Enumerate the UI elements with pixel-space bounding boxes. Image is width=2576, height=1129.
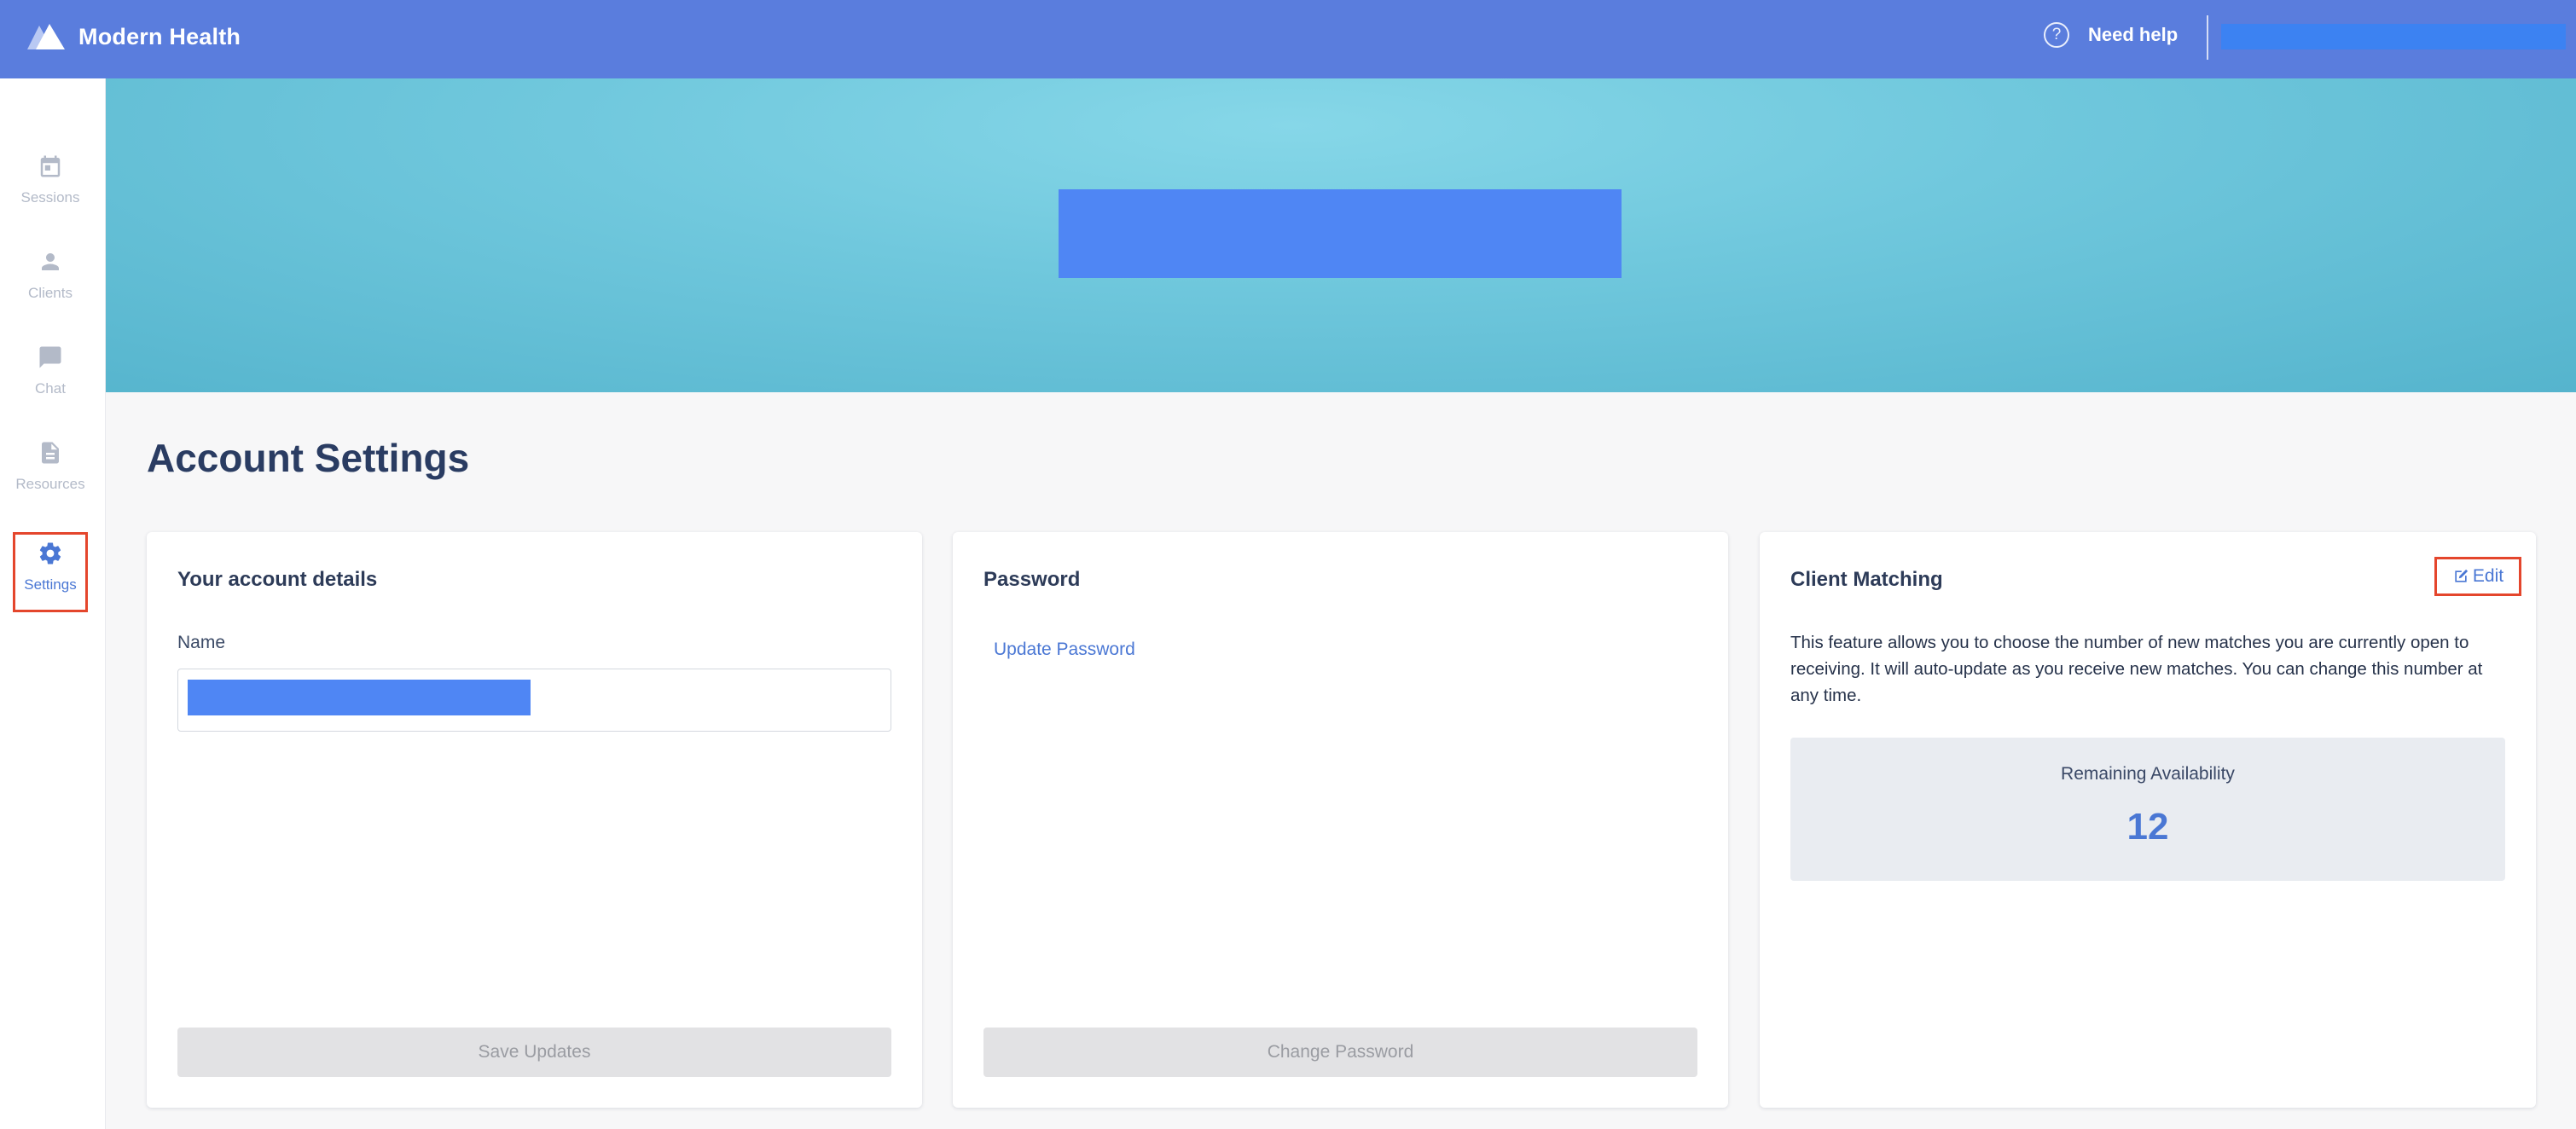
- account-menu[interactable]: [2221, 24, 2566, 49]
- client-matching-title: Client Matching: [1790, 568, 1943, 591]
- remaining-availability-count: 12: [2126, 806, 2169, 848]
- update-password-link[interactable]: Update Password: [994, 640, 1135, 660]
- sidebar-item-label: Resources: [15, 476, 85, 492]
- top-bar: Modern Health ? Need help: [0, 0, 2576, 78]
- account-details-card: Your account details Name Save Updates: [147, 532, 922, 1108]
- document-icon: [42, 442, 59, 464]
- sidebar-item-label: Chat: [35, 380, 66, 397]
- brand-logo[interactable]: Modern Health: [27, 22, 241, 51]
- save-updates-button[interactable]: Save Updates: [177, 1028, 891, 1077]
- hero-banner: [106, 78, 2576, 392]
- sidebar: Sessions Clients Chat Resources Settings: [0, 78, 106, 1129]
- mountain-logo-icon: [27, 24, 65, 49]
- calendar-icon: [40, 155, 61, 177]
- password-title: Password: [983, 568, 1081, 591]
- name-input[interactable]: [177, 669, 891, 732]
- page-title: Account Settings: [147, 436, 470, 480]
- account-details-title: Your account details: [177, 568, 378, 591]
- password-card: Password Update Password Change Password: [953, 532, 1728, 1108]
- edit-label: Edit: [2472, 566, 2504, 586]
- question-circle-icon: ?: [2044, 22, 2069, 48]
- sidebar-item-resources[interactable]: Resources: [0, 440, 101, 493]
- sidebar-item-sessions[interactable]: Sessions: [0, 153, 101, 206]
- name-value-redacted: [188, 680, 531, 715]
- need-help-label: Need help: [2088, 24, 2179, 45]
- sidebar-item-clients[interactable]: Clients: [0, 249, 101, 302]
- chat-bubble-icon: [39, 346, 61, 368]
- sidebar-item-label: Clients: [28, 285, 73, 301]
- edit-icon: [2455, 569, 2468, 582]
- remaining-availability-label: Remaining Availability: [2061, 764, 2235, 784]
- edit-button[interactable]: Edit: [2434, 557, 2521, 596]
- person-icon: [42, 253, 59, 270]
- name-label: Name: [177, 633, 226, 652]
- hero-redacted-block: [1059, 189, 1622, 278]
- change-password-button[interactable]: Change Password: [983, 1028, 1697, 1077]
- client-matching-description: This feature allows you to choose the nu…: [1790, 633, 2483, 705]
- need-help-button[interactable]: ? Need help: [2044, 22, 2178, 48]
- remaining-availability-panel: Remaining Availability 12: [1790, 738, 2505, 881]
- topbar-divider: [2207, 15, 2208, 60]
- sidebar-item-label: Sessions: [20, 189, 80, 206]
- client-matching-card: Client Matching Edit This feature allows…: [1760, 532, 2536, 1108]
- brand-name: Modern Health: [78, 23, 241, 49]
- sidebar-item-chat[interactable]: Chat: [0, 344, 101, 397]
- settings-highlight-outline: [13, 532, 88, 612]
